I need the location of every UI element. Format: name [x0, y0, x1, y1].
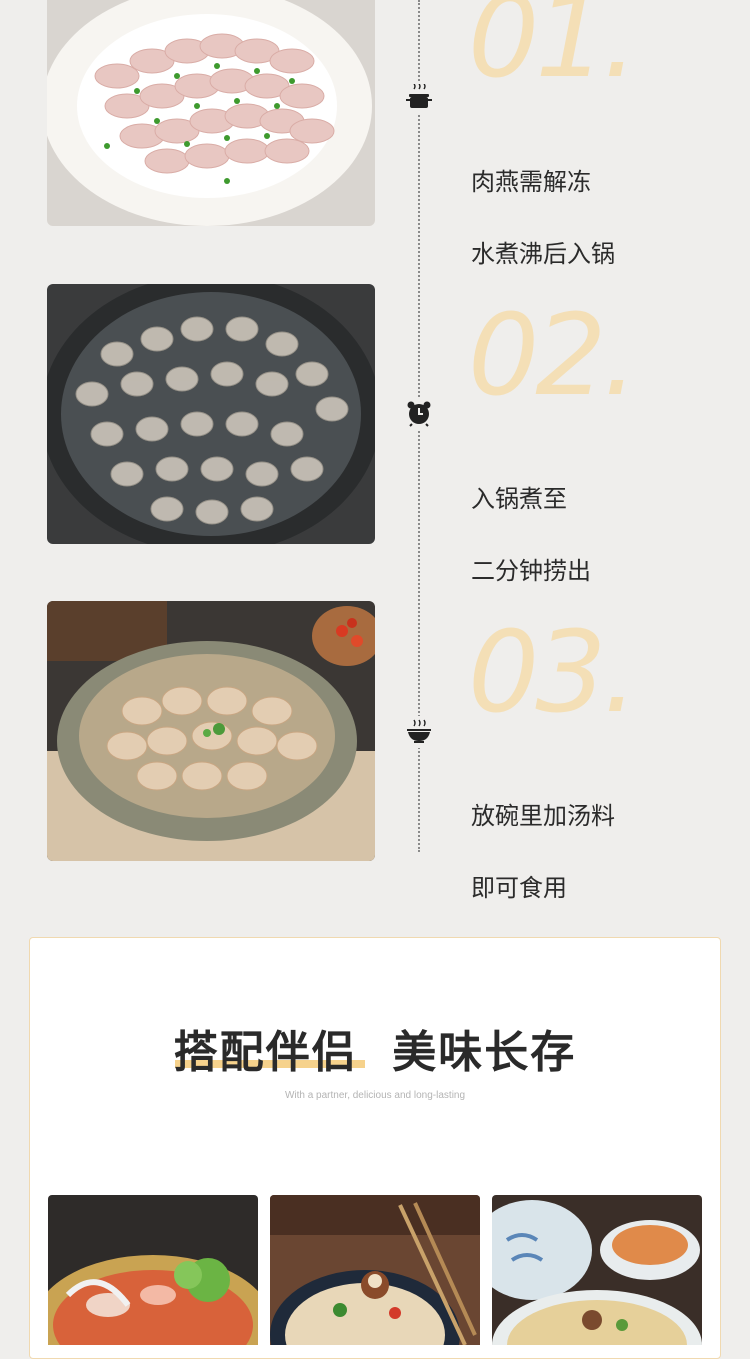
soup-kimchi-thumbnail	[492, 1195, 702, 1345]
step-line: 肉燕需解冻	[471, 168, 591, 196]
raw-wontons-photo	[47, 0, 375, 226]
boiling-wontons-photo	[47, 284, 375, 544]
pairing-subtitle: With a partner, delicious and long-lasti…	[284, 1090, 466, 1101]
noodle-bowl-thumbnail	[270, 1195, 480, 1345]
steaming-bowl-icon	[403, 716, 435, 748]
step-description: 放碗里加汤料 即可食用	[471, 762, 615, 942]
step-number: 01.	[468, 0, 638, 103]
step-line: 二分钟捞出	[471, 557, 591, 585]
wonton-bowl-photo	[47, 601, 375, 861]
step-description: 入锅煮至 二分钟捞出	[471, 445, 591, 625]
pairing-title: 搭配伴侣 美味长存	[173, 1027, 577, 1078]
step-line: 入锅煮至	[471, 485, 567, 513]
step-line: 即可食用	[471, 874, 567, 902]
pot-icon	[403, 82, 435, 114]
step-line: 放碗里加汤料	[471, 802, 615, 830]
hotpot-thumbnail	[48, 1195, 258, 1345]
step-description: 肉燕需解冻 水煮沸后入锅	[471, 128, 615, 308]
step-number: 02.	[468, 291, 638, 421]
pairing-card: 搭配伴侣 美味长存 With a partner, delicious and …	[29, 937, 721, 1359]
step-number: 03.	[468, 608, 638, 738]
alarm-clock-icon	[403, 397, 435, 429]
step-line: 水煮沸后入锅	[471, 240, 615, 268]
